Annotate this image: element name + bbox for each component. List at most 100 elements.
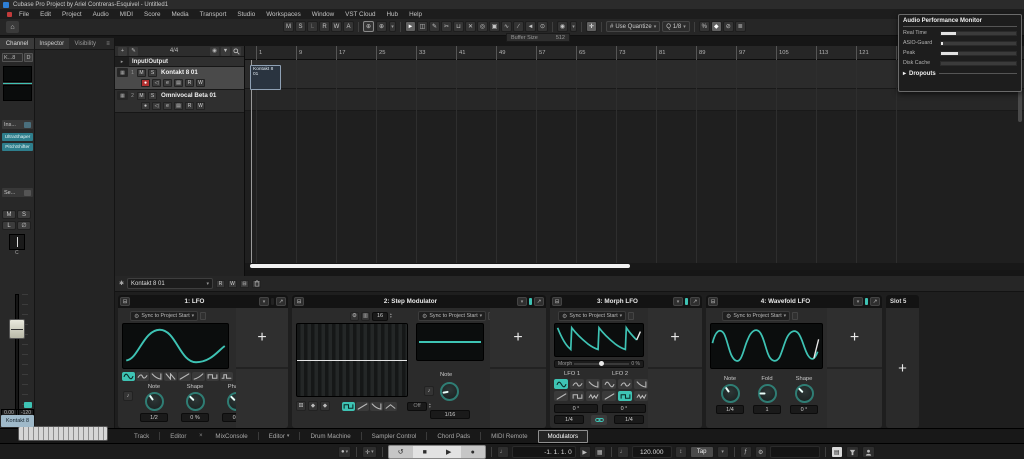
audition-tool[interactable]: ◄ [525,21,536,32]
menu-hub[interactable]: Hub [387,11,399,18]
modulation-routing-icon[interactable]: ✱ [119,280,124,287]
sync-mode-dropdown[interactable]: ⚙ Sync to Project Start ▾ [130,311,198,321]
color-menu-icon[interactable]: ◉ [557,21,568,32]
quantize-value-dropdown[interactable]: Q 1/8 ▾ [662,21,690,32]
saw-down-shape-button[interactable] [370,402,383,411]
transport-filter-icon[interactable] [846,446,859,458]
ramp-shape-button[interactable] [178,372,191,381]
automation-m-button[interactable]: M [283,21,294,32]
shape-value[interactable]: 0 % [181,413,209,422]
sine-shape-button[interactable] [554,379,568,389]
module-menu-chevron[interactable]: ▾ [517,297,527,306]
module-expand-icon[interactable]: ↗ [276,297,286,306]
pan-control[interactable] [9,234,25,250]
play-button[interactable]: ▶ [437,446,461,458]
insert-slot-2[interactable]: PitchShifter [2,143,33,151]
track-monitor-button[interactable]: ◁ [152,79,161,87]
sync-mode-dropdown[interactable]: ⚙ Sync to Project Start ▾ [558,311,626,321]
track-row-omnivocal[interactable]: ▦ 2 M S Omnivocal Beta 01 ● ◁ e ▤ R W [115,90,244,113]
sends-section-header[interactable]: Se... [2,188,33,197]
module-menu-chevron[interactable]: ▾ [673,297,683,306]
transport-settings-gear-icon[interactable]: ⚙ [755,446,767,458]
track-record-enable-button[interactable]: ● [141,102,150,110]
lfo1-phase-value[interactable]: 0 ° [554,404,598,413]
sends-bypass-icon[interactable] [24,190,31,196]
step-settings-gear-icon[interactable]: ⚙ [350,312,359,321]
tap-tempo-button[interactable]: Tap [690,446,714,458]
lfo2-rate-value[interactable]: 1/4 [614,415,644,424]
setup-toolbar-icon[interactable]: ≣ [735,21,746,32]
fold-value[interactable]: 1 [753,405,781,414]
module-menu-chevron[interactable]: ▾ [259,297,269,306]
lfo2-phase-value[interactable]: 0 ° [602,404,646,413]
tab-editor[interactable]: Editor▾ [260,430,299,443]
iterative-quantize-icon[interactable]: ◆ [711,21,722,32]
zone-trash-icon[interactable] [252,280,261,288]
channel-mute-button[interactable]: M [2,210,16,219]
module-menu-chevron[interactable]: ▾ [853,297,863,306]
shape-knob[interactable] [795,384,814,403]
shift-left-icon[interactable]: ◆ [308,401,318,411]
square-shape-button[interactable] [618,391,632,401]
record-button[interactable]: ● [461,446,485,458]
volume-fader-track[interactable] [15,294,19,410]
line-tool[interactable]: ∕ [513,21,524,32]
retrigger-pin-button[interactable] [200,312,206,320]
setup-window-icon[interactable]: ⊕ [376,21,387,32]
noise-shape-button[interactable] [634,391,648,401]
erase-tool[interactable]: ✕ [465,21,476,32]
saw-down-shape-button[interactable] [634,379,648,389]
user-profile-icon[interactable] [862,446,875,458]
track-record-enable-button[interactable]: ● [141,79,150,87]
track-row-kontakt[interactable]: ▦ 1 M S Kontakt 8 01 ● ◁ e ▤ R W [115,67,244,90]
note-value[interactable]: 1/2 [140,413,168,422]
sine2-shape-button[interactable] [570,379,584,389]
time-format-icon[interactable]: ♩ [497,446,509,458]
morph-slider[interactable]: Morph 0 % [554,360,644,368]
volume-fader-handle[interactable] [9,319,25,339]
activate-project-icon[interactable]: ⊕ [363,21,374,32]
channel-listen-button[interactable]: L [2,221,16,230]
track-read-button[interactable]: R [185,102,194,110]
shape-knob[interactable] [186,392,205,411]
track-edit-channel-button[interactable]: e [163,102,172,110]
inspector-menu-icon[interactable]: ≡ [102,38,114,49]
tab-drum-machine[interactable]: Drum Machine [301,430,359,443]
track-solo-button[interactable]: S [148,92,157,100]
ramp-shape-button[interactable] [356,402,369,411]
note-knob[interactable] [440,382,459,401]
tempo-track-icon[interactable]: ♩ [617,446,629,458]
empty-destination-cell[interactable] [827,369,882,428]
ramp-shape-button[interactable] [554,391,568,401]
menu-help[interactable]: Help [409,11,422,18]
track-edit-channel-button[interactable]: e [163,79,172,87]
menu-media[interactable]: Media [171,11,188,18]
empty-destination-cell[interactable] [236,369,288,428]
track-write-button[interactable]: W [196,79,205,87]
menu-edit[interactable]: Edit [40,11,51,18]
tab-sampler-control[interactable]: Sampler Control [363,430,426,443]
note-value[interactable]: 1/4 [716,405,744,414]
snapshot-icon[interactable]: ◉ [210,47,219,56]
track-instrument-button[interactable]: ▤ [174,79,183,87]
shape-value[interactable]: 0 ° [790,405,818,414]
module-expand-icon[interactable]: ↗ [870,297,880,306]
horizontal-scrollbar-thumb[interactable] [250,264,630,268]
insert-slot-1[interactable]: UltraShaper [2,133,33,141]
tempo-mode-chevron[interactable]: ▾ [717,446,729,458]
module-expand-icon[interactable]: ↗ [690,297,700,306]
step-grid-display[interactable] [296,323,408,397]
automation-a-button[interactable]: A [343,21,354,32]
add-modulation-destination-button[interactable]: + [827,308,882,367]
inserts-section-header[interactable]: Ins... [2,120,33,129]
noise-shape-button[interactable] [586,391,600,401]
project-cursor[interactable] [251,60,252,263]
project-position-display[interactable]: -1. 1. 1. 0 [512,446,576,458]
channel-slot-button[interactable]: D [24,53,33,62]
track-mute-button[interactable]: M [137,92,146,100]
module-bypass-icon[interactable]: ⊟ [120,297,130,306]
cycle-button[interactable]: ↺ [389,446,413,458]
step-mode-stepper[interactable]: ▴▾ [429,403,431,410]
note-value[interactable]: 1/16 [430,410,470,419]
lfo1-rate-value[interactable]: 1/4 [554,415,584,424]
